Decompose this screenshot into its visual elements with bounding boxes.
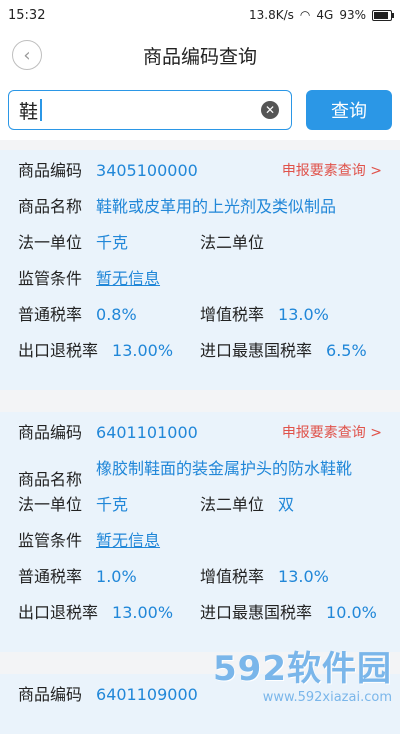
vat-rate-value: 13.0% xyxy=(278,567,329,586)
declare-elements-link[interactable]: 申报要素查询 > xyxy=(282,160,382,182)
text-caret xyxy=(40,99,43,121)
rate-row: 普通税率 1.0% 增值税率 13.0% xyxy=(18,567,329,586)
clear-icon[interactable]: ✕ xyxy=(261,101,279,119)
back-button[interactable]: ‹ xyxy=(12,40,42,70)
watermark-url: www.592xiazai.com xyxy=(262,690,392,705)
code-value: 6401101000 xyxy=(96,423,198,442)
unit-row: 法一单位 千克 法二单位双 xyxy=(18,495,295,514)
code-value: 3405100000 xyxy=(96,161,198,180)
tax-row: 出口退税率 13.00% 进口最惠国税率 10.0% xyxy=(18,603,377,622)
mfn-rate-value: 10.0% xyxy=(326,603,377,622)
name-value: 鞋靴或皮革用的上光剂及类似制品 xyxy=(96,197,337,216)
battery-level: 93% xyxy=(339,8,366,22)
code-row: 商品编码 3405100000 申报要素查询 > xyxy=(18,160,382,182)
search-input-value: 鞋 xyxy=(19,100,39,123)
mfn-rate-value: 6.5% xyxy=(326,341,367,360)
general-rate-value: 1.0% xyxy=(96,567,137,586)
search-input[interactable]: 鞋 ✕ xyxy=(8,90,292,130)
name-row: 商品名称 鞋靴或皮革用的上光剂及类似制品 xyxy=(18,197,337,216)
unit1-value: 千克 xyxy=(96,495,129,514)
code-value: 6401109000 xyxy=(96,685,198,704)
status-icons: 13.8K/s ◠ 4G 93% xyxy=(249,8,394,22)
export-rebate-value: 13.00% xyxy=(112,603,174,622)
result-card: 商品编码 6401101000 申报要素查询 > 商品名称 橡胶制鞋面的装金属护… xyxy=(0,412,400,652)
general-rate-value: 0.8% xyxy=(96,305,137,324)
search-bar: 鞋 ✕ 查询 xyxy=(0,80,400,140)
unit-row: 法一单位 千克 法二单位 xyxy=(18,233,265,252)
chevron-left-icon: ‹ xyxy=(23,44,31,66)
rate-row: 普通税率 0.8% 增值税率 13.0% xyxy=(18,305,329,324)
network-speed: 13.8K/s xyxy=(249,8,294,22)
supervision-row: 监管条件 暂无信息 xyxy=(18,268,161,290)
supervision-link[interactable]: 暂无信息 xyxy=(96,530,160,552)
status-bar: 15:32 13.8K/s ◠ 4G 93% xyxy=(0,0,400,30)
wifi-icon: ◠ xyxy=(299,8,311,22)
unit1-value: 千克 xyxy=(96,233,129,252)
unit2-value: 双 xyxy=(278,495,295,514)
export-rebate-value: 13.00% xyxy=(112,341,174,360)
declare-elements-link[interactable]: 申报要素查询 > xyxy=(282,422,382,444)
status-time: 15:32 xyxy=(8,7,46,23)
query-button[interactable]: 查询 xyxy=(306,90,392,130)
tax-row: 出口退税率 13.00% 进口最惠国税率 6.5% xyxy=(18,341,367,360)
network-type: 4G xyxy=(316,8,334,22)
vat-rate-value: 13.0% xyxy=(278,305,329,324)
code-row: 商品编码 6401101000 申报要素查询 > xyxy=(18,422,382,444)
watermark: 592软件园 www.592xiazai.com xyxy=(213,641,392,705)
nav-bar: ‹ 商品编码查询 xyxy=(0,30,400,80)
supervision-row: 监管条件 暂无信息 xyxy=(18,530,161,552)
battery-icon xyxy=(372,9,394,21)
name-value: 橡胶制鞋面的装金属护头的防水鞋靴 xyxy=(96,459,353,478)
watermark-logo: 592软件园 xyxy=(213,649,392,689)
result-card: 商品编码 3405100000 申报要素查询 > 商品名称 鞋靴或皮革用的上光剂… xyxy=(0,150,400,390)
supervision-link[interactable]: 暂无信息 xyxy=(96,268,160,290)
page-title: 商品编码查询 xyxy=(142,45,257,68)
name-row: 商品名称 橡胶制鞋面的装金属护头的防水鞋靴 xyxy=(18,459,353,489)
